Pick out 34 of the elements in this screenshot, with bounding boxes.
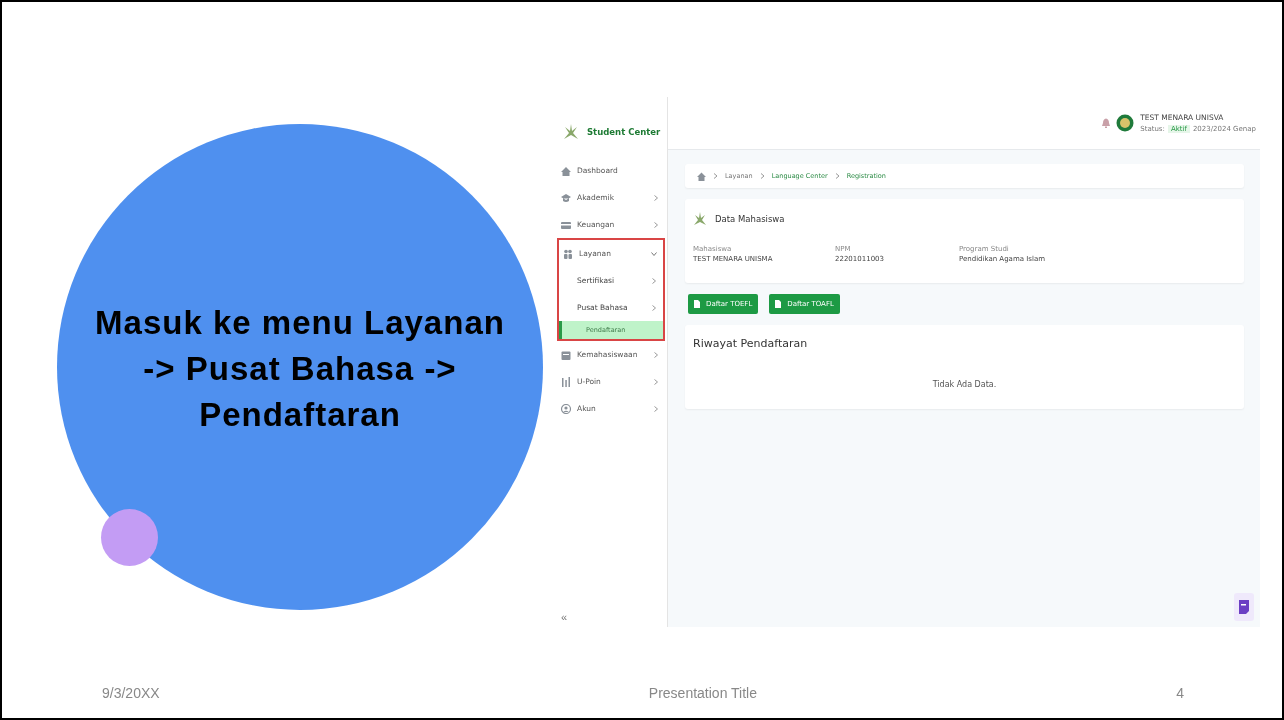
- bars-icon: [561, 376, 571, 387]
- graduation-cap-icon: [561, 192, 571, 203]
- floating-button[interactable]: [1234, 593, 1254, 621]
- chevron-right-icon: [653, 378, 659, 385]
- slide-heading: Masuk ke menu Layanan -> Pusat Bahasa -> Pendaftaran: [94, 303, 506, 435]
- chevron-down-icon: [651, 250, 657, 257]
- chevron-right-icon: [651, 277, 657, 284]
- chevron-right-icon: [651, 304, 657, 311]
- people-icon: [563, 248, 573, 259]
- empty-message: Tidak Ada Data.: [931, 380, 998, 389]
- brand-name: Student Center: [587, 127, 661, 137]
- chevron-right-icon: [653, 221, 659, 228]
- chevron-right-icon: [653, 351, 659, 358]
- calendar-icon: [561, 349, 571, 360]
- footer-date: 9/3/20XX: [102, 685, 160, 701]
- document-icon: [694, 300, 700, 308]
- chevron-right-icon: [653, 405, 659, 412]
- document-icon: [1239, 600, 1249, 614]
- document-icon: [775, 300, 782, 308]
- bell-icon: [1102, 118, 1111, 128]
- home-icon: [561, 165, 571, 176]
- chevron-right-icon: [834, 173, 840, 179]
- home-icon: [697, 171, 706, 181]
- collapse-button[interactable]: «: [561, 611, 568, 623]
- chevron-right-icon: [653, 194, 659, 201]
- page-number: 4: [1176, 685, 1184, 701]
- footer-title: Presentation Title: [648, 685, 757, 701]
- chevron-right-icon: [759, 173, 765, 179]
- avatar-icon: [1116, 114, 1135, 132]
- card-title: Riwayat Pendaftaran: [693, 337, 809, 350]
- card-title: Data Mahasiswa: [715, 214, 785, 224]
- chevron-right-icon: [713, 173, 718, 179]
- card-icon: [561, 219, 571, 230]
- user-icon: [561, 403, 571, 414]
